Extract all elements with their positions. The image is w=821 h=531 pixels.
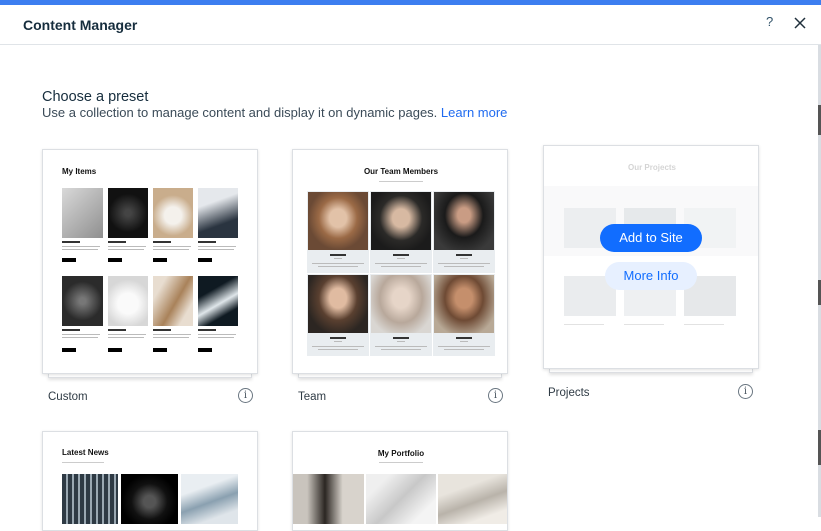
dialog-title: Content Manager [23,17,138,33]
preview-title: My Items [62,167,97,176]
team-photo [434,192,494,250]
preset-label-team: Team [298,391,327,403]
product-image [198,188,238,238]
preset-card-team[interactable]: Our Team Members [292,149,508,374]
preset-card-custom[interactable]: My Items [42,149,258,374]
description-text: Use a collection to manage content and d… [42,105,438,120]
preset-label-projects: Projects [548,387,590,399]
info-icon[interactable]: i [738,384,753,399]
help-icon[interactable]: ? [766,14,773,29]
team-photo [371,192,431,250]
section-description: Use a collection to manage content and d… [42,105,507,120]
product-image [62,276,103,326]
team-photo [308,192,368,250]
preset-label-custom: Custom [48,391,88,403]
info-icon[interactable]: i [238,388,253,403]
product-image [153,188,193,238]
dialog-header: Content Manager ? [0,5,821,45]
more-info-button[interactable]: More Info [605,262,697,290]
preview-title: My Portfolio [377,449,425,458]
add-to-site-button[interactable]: Add to Site [600,224,702,252]
product-image [153,276,193,326]
info-icon[interactable]: i [488,388,503,403]
preset-card-news[interactable]: Latest News [42,431,258,531]
close-icon[interactable] [792,15,808,31]
preview-title: Our Team Members [363,167,439,176]
team-photo [308,275,368,333]
product-image [108,276,148,326]
team-photo [434,275,494,333]
preset-card-projects[interactable]: Our Projects [543,145,759,369]
section-heading: Choose a preset [42,89,149,105]
learn-more-link[interactable]: Learn more [441,105,507,120]
preview-title: Latest News [62,448,109,457]
team-photo [371,275,431,333]
product-image [62,188,103,238]
product-image [108,188,148,238]
product-image [198,276,238,326]
preview-title: Our Projects [627,163,676,172]
preset-card-portfolio[interactable]: My Portfolio [292,431,508,531]
